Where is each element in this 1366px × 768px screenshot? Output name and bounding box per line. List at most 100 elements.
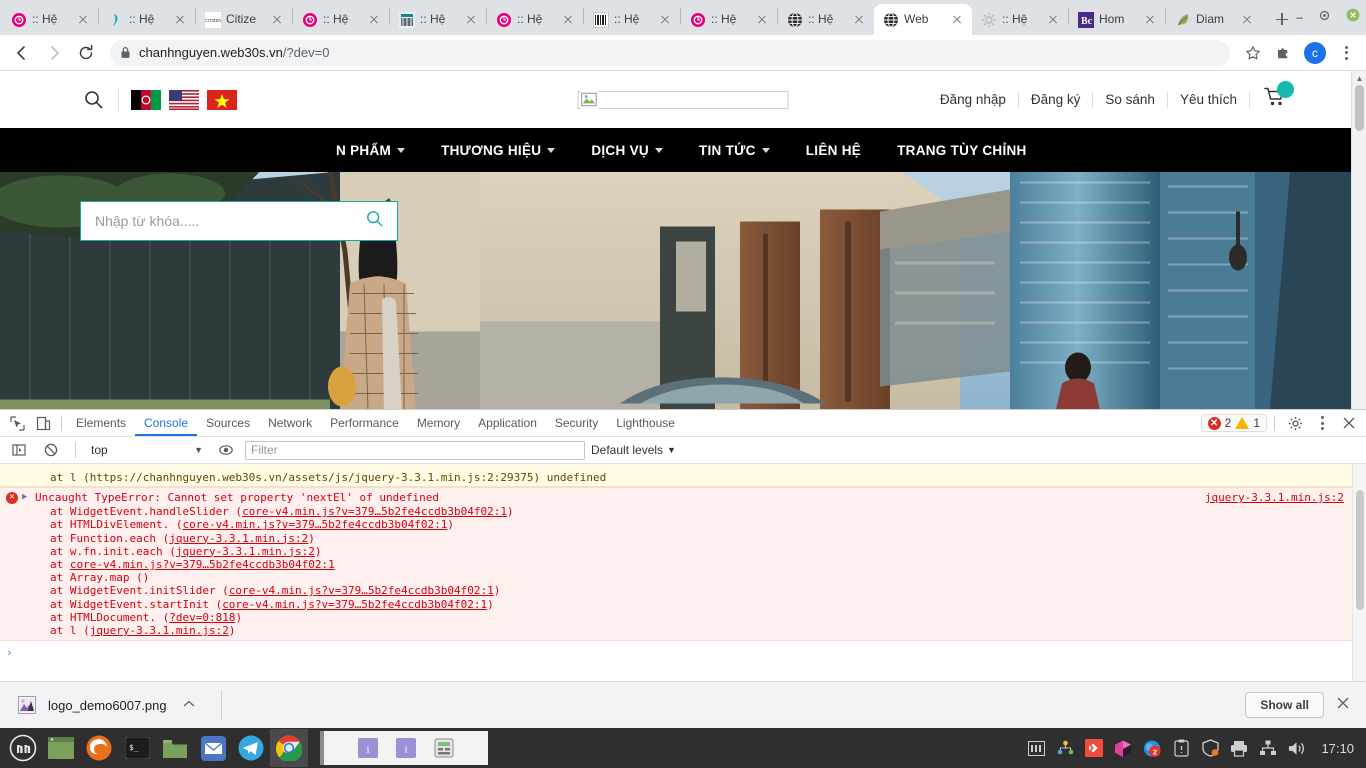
maximize-button[interactable] [1319, 10, 1330, 24]
console-message-list[interactable]: at l (https://chanhnguyen.web30s.vn/asse… [0, 464, 1366, 681]
close-tab-icon[interactable] [949, 12, 965, 28]
search-icon[interactable] [80, 90, 106, 109]
stack-frame-link[interactable]: core-v4.min.js?v=379…5b2fe4ccdb3b04f02:1 [222, 598, 487, 611]
browser-tab[interactable]: :: Hệ [293, 4, 389, 35]
close-tab-icon[interactable] [75, 12, 91, 28]
package-icon[interactable] [1114, 739, 1132, 757]
anydesk-icon[interactable] [1085, 739, 1104, 757]
console-scrollbar[interactable] [1352, 464, 1366, 681]
devtools-tab-application[interactable]: Application [469, 410, 546, 436]
scroll-up-arrow[interactable]: ▲ [1352, 71, 1366, 85]
language-switcher[interactable] [131, 89, 237, 110]
header-link[interactable]: So sánh [1093, 92, 1167, 107]
afghanistan-flag[interactable] [131, 89, 161, 110]
close-tab-icon[interactable] [366, 12, 382, 28]
close-tab-icon[interactable] [1142, 12, 1158, 28]
usa-flag[interactable] [169, 89, 199, 110]
devtools-tab-performance[interactable]: Performance [321, 410, 408, 436]
files-icon[interactable] [156, 729, 194, 767]
window-list-icon[interactable] [42, 729, 80, 767]
browser-tab-active[interactable]: Web [874, 4, 972, 35]
console-error-message[interactable]: ✕ ▶ Uncaught TypeError: Cannot set prope… [0, 487, 1366, 642]
scrollbar-thumb[interactable] [1355, 85, 1364, 131]
download-item[interactable]: logo_demo6007.png [10, 688, 203, 722]
vietnam-flag[interactable] [207, 89, 237, 110]
profile-avatar[interactable]: c [1304, 41, 1326, 64]
reload-icon[interactable] [72, 39, 100, 67]
chevron-up-icon[interactable] [183, 699, 195, 711]
close-tab-icon[interactable] [269, 12, 285, 28]
console-filter-input[interactable] [245, 440, 585, 460]
close-tab-icon[interactable] [754, 12, 770, 28]
volume-icon[interactable] [1288, 739, 1306, 757]
nav-item[interactable]: THƯƠNG HIỆU [423, 143, 573, 158]
clear-console-icon[interactable] [38, 438, 64, 462]
telegram-icon[interactable] [232, 729, 270, 767]
taskbar-clock[interactable]: 17:10 [1321, 741, 1354, 756]
nav-item[interactable]: LIÊN HỆ [788, 143, 879, 158]
stack-frame-link[interactable]: core-v4.min.js?v=379…5b2fe4ccdb3b04f02:1 [229, 584, 494, 597]
info-window-icon[interactable]: i [396, 738, 416, 758]
devtools-tab-memory[interactable]: Memory [408, 410, 469, 436]
browser-tab[interactable]: :: Hệ [2, 4, 98, 35]
close-tab-icon[interactable] [1239, 12, 1255, 28]
show-all-downloads-button[interactable]: Show all [1245, 692, 1324, 718]
console-warning-row[interactable]: at l (https://chanhnguyen.web30s.vn/asse… [0, 464, 1366, 488]
nav-item[interactable]: TRANG TÙY CHỈNH [879, 143, 1045, 158]
nav-item[interactable]: DỊCH VỤ [573, 143, 681, 158]
minimize-button[interactable]: – [1296, 10, 1303, 24]
expand-arrow-icon[interactable]: ▶ [22, 490, 31, 505]
browser-tab[interactable]: :: Hệ [584, 4, 680, 35]
log-levels-select[interactable]: Default levels ▼ [591, 443, 676, 457]
back-arrow-icon[interactable] [8, 39, 36, 67]
close-tab-icon[interactable] [1045, 12, 1061, 28]
printer-icon[interactable] [1230, 739, 1248, 757]
star-icon[interactable] [1240, 40, 1266, 66]
device-toolbar-icon[interactable] [30, 411, 56, 435]
stack-frame-link[interactable]: core-v4.min.js?v=379…5b2fe4ccdb3b04f02:1 [242, 505, 507, 518]
clipboard-icon[interactable] [1172, 739, 1190, 757]
error-headline-row[interactable]: ✕ ▶ Uncaught TypeError: Cannot set prope… [0, 490, 1366, 505]
inspect-element-icon[interactable] [4, 411, 30, 435]
shield-icon[interactable] [1201, 739, 1219, 757]
browser-tab[interactable]: CITIZEN Citize [196, 4, 292, 35]
browser-tab[interactable]: :: Hệ [972, 4, 1068, 35]
search-input[interactable] [95, 213, 366, 229]
stack-frame-link[interactable]: jquery-3.3.1.min.js:2 [176, 545, 315, 558]
keyboard-layout-icon[interactable] [1027, 739, 1045, 757]
close-shelf-icon[interactable] [1336, 696, 1356, 715]
stack-frame-link[interactable]: ?dev=0:818 [169, 611, 235, 624]
live-expression-icon[interactable] [213, 438, 239, 462]
nav-item[interactable]: TIN TỨC [681, 143, 788, 158]
address-bar[interactable]: chanhnguyen.web30s.vn/?dev=0 [110, 39, 1230, 66]
error-source-link[interactable]: jquery-3.3.1.min.js:2 [1205, 490, 1344, 505]
execution-context-select[interactable]: top ▼ [87, 441, 207, 460]
devtools-tab-lighthouse[interactable]: Lighthouse [607, 410, 684, 436]
network-icon[interactable] [1259, 739, 1277, 757]
close-tab-icon[interactable] [172, 12, 188, 28]
stack-frame-link[interactable]: jquery-3.3.1.min.js:2 [90, 624, 229, 637]
header-link[interactable]: Yêu thích [1168, 92, 1249, 107]
update-badge-icon[interactable]: 2 [1143, 739, 1161, 757]
console-scrollbar-thumb[interactable] [1356, 490, 1364, 610]
browser-tab[interactable]: Diam [1166, 4, 1262, 35]
browser-tab[interactable]: :: Hệ [99, 4, 195, 35]
network-tree-icon[interactable] [1056, 739, 1074, 757]
close-tab-icon[interactable] [851, 12, 867, 28]
header-link[interactable]: Đăng nhập [928, 92, 1018, 107]
devtools-tab-network[interactable]: Network [259, 410, 321, 436]
devtools-tab-sources[interactable]: Sources [197, 410, 259, 436]
terminal-icon[interactable]: $_ [118, 729, 156, 767]
stack-frame-link[interactable]: core-v4.min.js?v=379…5b2fe4ccdb3b04f02:1 [182, 518, 447, 531]
site-search-panel[interactable] [80, 201, 398, 241]
browser-tab[interactable]: Bc Hom [1069, 4, 1165, 35]
calc-window-icon[interactable] [434, 738, 454, 758]
firefox-icon[interactable] [80, 729, 118, 767]
devtools-more-kebab-icon[interactable] [1310, 416, 1334, 430]
settings-gear-icon[interactable] [1282, 411, 1308, 435]
stack-frame-link[interactable]: jquery-3.3.1.min.js:2 [169, 532, 308, 545]
header-link[interactable]: Đăng ký [1019, 92, 1093, 107]
search-submit-icon[interactable] [366, 210, 383, 232]
menu-kebab-icon[interactable] [1334, 45, 1358, 60]
forward-arrow-icon[interactable] [40, 39, 68, 67]
